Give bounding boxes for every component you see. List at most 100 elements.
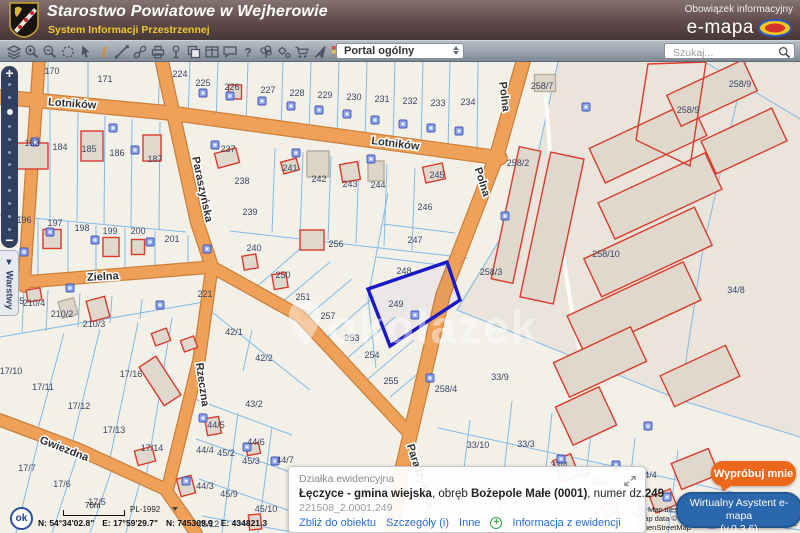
- map-marker-icon[interactable]: [46, 228, 54, 236]
- parcel-number-label: 244: [370, 180, 385, 190]
- map-marker-icon[interactable]: [131, 146, 139, 154]
- map-marker-icon[interactable]: [91, 236, 99, 244]
- map-marker-icon[interactable]: [663, 493, 671, 501]
- zoom-level-dot[interactable]: [8, 189, 11, 192]
- map-marker-icon[interactable]: [501, 212, 509, 220]
- select-shape-icon[interactable]: [59, 43, 76, 60]
- search-icon[interactable]: [778, 46, 791, 59]
- expand-icon[interactable]: [624, 475, 636, 487]
- map-marker-icon[interactable]: [20, 248, 28, 256]
- map-marker-icon[interactable]: [582, 103, 590, 111]
- parcel-number-label: 258/9: [729, 79, 752, 89]
- crs-caret-icon[interactable]: [172, 507, 178, 511]
- add-point-icon[interactable]: [167, 43, 184, 60]
- zoom-level-dot[interactable]: [8, 96, 11, 99]
- crs-select[interactable]: PL-1992: [130, 505, 160, 514]
- comment-icon[interactable]: [221, 43, 238, 60]
- coord-metric-n: N: 745309.9: [166, 518, 213, 528]
- assistant-try-button[interactable]: Wypróbuj mnie: [711, 461, 796, 486]
- navigate-icon[interactable]: [311, 43, 328, 60]
- help-icon[interactable]: ?: [239, 43, 256, 60]
- map-marker-icon[interactable]: [199, 414, 207, 422]
- link-icon[interactable]: [131, 43, 148, 60]
- zoom-level-dot[interactable]: [8, 125, 11, 128]
- parcel-number-label: 258/4: [435, 384, 458, 394]
- map-marker-icon[interactable]: [211, 141, 219, 149]
- map-marker-icon[interactable]: [399, 120, 407, 128]
- feature-title: Łęczyce - gmina wiejska, obręb Bożepole …: [299, 488, 635, 500]
- tree-icon[interactable]: [257, 43, 274, 60]
- zoom-out-button[interactable]: −: [5, 233, 13, 248]
- map-marker-icon[interactable]: [371, 116, 379, 124]
- zoom-slider[interactable]: + −: [1, 66, 18, 248]
- zoom-level-dot[interactable]: [8, 83, 11, 86]
- zoom-level-dot[interactable]: [8, 228, 11, 231]
- map-marker-icon[interactable]: [199, 89, 207, 97]
- portal-select[interactable]: Portal ogólny: [336, 43, 464, 59]
- other-link[interactable]: Inne: [459, 517, 480, 529]
- zoom-out-icon[interactable]: [41, 43, 58, 60]
- svg-text:okolazek: okolazek: [328, 301, 538, 353]
- register-info-link[interactable]: Informacja z ewidencji: [512, 517, 620, 529]
- privacy-link[interactable]: Obowiązek informacyjny: [685, 4, 793, 15]
- page-title: Starostwo Powiatowe w Wejherowie: [47, 3, 328, 21]
- layers-panel-tab[interactable]: ▼ Warstwy: [0, 250, 19, 316]
- street-name-label: Zielna: [87, 270, 120, 284]
- map-marker-icon[interactable]: [66, 284, 74, 292]
- attribution-line1: Map tiles: [648, 505, 678, 514]
- settings-icon[interactable]: [275, 43, 292, 60]
- coordinates-readout: N: 54°34'02.8" E: 17°59'29.7" N: 745309.…: [38, 518, 267, 528]
- add-circle-icon[interactable]: +: [490, 517, 502, 529]
- map-marker-icon[interactable]: [644, 422, 652, 430]
- parcel-number-label: 258/2: [507, 158, 530, 168]
- details-link[interactable]: Szczegóły (i): [386, 517, 449, 529]
- map-marker-icon[interactable]: [367, 155, 375, 163]
- parcel-number-label: 33/10: [467, 440, 490, 450]
- zoom-level-dot[interactable]: [8, 151, 11, 154]
- zoom-level-dot[interactable]: [8, 138, 11, 141]
- coord-geo-n: N: 54°34'02.8": [38, 518, 94, 528]
- split-view-icon[interactable]: [203, 43, 220, 60]
- map-marker-icon[interactable]: [182, 477, 190, 485]
- map-canvas[interactable]: 1701712242252262272282292302312322332342…: [0, 0, 800, 533]
- zoom-in-icon[interactable]: [23, 43, 40, 60]
- obreb-name: Bożepole Małe (0001): [471, 488, 587, 500]
- map-marker-icon[interactable]: [203, 245, 211, 253]
- layers-tab-label: ▼ Warstwy: [4, 257, 15, 309]
- ok-button[interactable]: ok: [10, 507, 33, 530]
- zoom-level-dot[interactable]: [8, 202, 11, 205]
- info-icon[interactable]: i: [95, 43, 112, 60]
- zoom-to-object-link[interactable]: Zbliż do obiektu: [299, 517, 376, 529]
- copy-icon[interactable]: [185, 43, 202, 60]
- map-marker-icon[interactable]: [455, 127, 463, 135]
- zoom-level-dot[interactable]: [8, 215, 11, 218]
- print-icon[interactable]: [149, 43, 166, 60]
- zoom-level-handle[interactable]: [7, 109, 13, 115]
- zoom-level-track[interactable]: [7, 81, 13, 233]
- parcel-number-label: 42/1: [225, 327, 243, 337]
- layers-icon[interactable]: [5, 43, 22, 60]
- map-marker-icon[interactable]: [427, 124, 435, 132]
- map-marker-icon[interactable]: [315, 106, 323, 114]
- parcel-number-label: 258/3: [480, 267, 503, 277]
- search-input[interactable]: [671, 45, 775, 60]
- zoom-level-dot[interactable]: [8, 176, 11, 179]
- parcel-number-label: 227: [260, 85, 275, 95]
- map-marker-icon[interactable]: [343, 110, 351, 118]
- map-marker-icon[interactable]: [156, 301, 164, 309]
- map-marker-icon[interactable]: [258, 97, 266, 105]
- map-marker-icon[interactable]: [426, 374, 434, 382]
- cart-icon[interactable]: [293, 43, 310, 60]
- measure-icon[interactable]: [113, 43, 130, 60]
- map-marker-icon[interactable]: [226, 92, 234, 100]
- assistant-name: Wirtualny Asystent e-mapa: [678, 497, 800, 523]
- map-marker-icon[interactable]: [146, 238, 154, 246]
- map-marker-icon[interactable]: [109, 124, 117, 132]
- assistant-version: (v.0.3.6): [678, 523, 800, 533]
- zoom-in-button[interactable]: +: [5, 66, 13, 81]
- virtual-assistant-button[interactable]: Wirtualny Asystent e-mapa (v.0.3.6): [676, 492, 800, 528]
- zoom-level-dot[interactable]: [8, 163, 11, 166]
- pointer-icon[interactable]: [77, 43, 94, 60]
- map-marker-icon[interactable]: [292, 149, 300, 157]
- map-marker-icon[interactable]: [287, 102, 295, 110]
